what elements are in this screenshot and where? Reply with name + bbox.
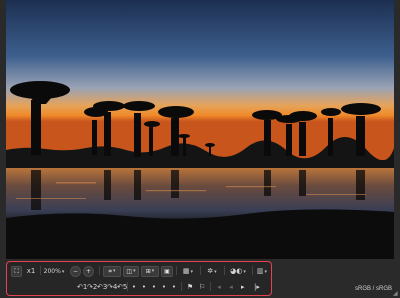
chevron-down-icon: ▾ xyxy=(112,268,116,274)
nav-last-button[interactable]: ◂| xyxy=(250,282,264,293)
toolbar-separator xyxy=(127,282,128,291)
rating-dot-2[interactable]: • xyxy=(141,282,147,293)
actual-size-button[interactable]: x1 xyxy=(24,266,38,277)
color-display-button[interactable]: ◕◐▾ xyxy=(227,266,249,277)
rating-dot-3[interactable]: • xyxy=(151,282,157,293)
color-space-status: sRGB / sRGB xyxy=(354,286,392,292)
resize-grip-icon[interactable]: ◢ xyxy=(393,291,399,297)
toolbar-separator xyxy=(99,266,100,275)
zoom-in-button[interactable]: + xyxy=(83,266,94,277)
split-view-icon: ◫ xyxy=(126,268,133,275)
flag-select-button[interactable]: ⚑ xyxy=(185,282,195,293)
rating-dot-glyph: • xyxy=(161,283,167,291)
chevron-down-icon: ▾ xyxy=(243,269,246,275)
save-button[interactable]: ▣ xyxy=(161,266,173,277)
panel-icon: ▥ xyxy=(256,267,264,275)
previous-image-icon: ◂ xyxy=(229,283,233,291)
reject-flag-icon: ⚐ xyxy=(198,283,206,291)
fit-to-window-button[interactable]: ⛶ xyxy=(11,266,22,277)
actual-size-label: x1 xyxy=(26,267,36,275)
chevron-down-icon: ▾ xyxy=(264,269,268,275)
crop-tool-button[interactable]: ⌗ ▾ xyxy=(103,266,121,277)
flag-reject-button[interactable]: ⚐ xyxy=(197,282,207,293)
image-preview[interactable] xyxy=(6,0,394,259)
chevron-down-icon: ▾ xyxy=(214,269,217,275)
zoom-out-button[interactable]: − xyxy=(70,266,81,277)
rotate-label: ↶3 xyxy=(97,283,108,291)
color-channels-icon: ◕◐ xyxy=(230,267,243,275)
image-viewer-window: ⛶ x1 200%▾ − + ⌗ ▾ ◫ ▾ ⊞ ▾ ▣ ▦▾ ✲▾ ◕◐▾ ▥… xyxy=(0,0,400,298)
rating-dot-4[interactable]: • xyxy=(161,282,167,293)
fit-to-window-icon: ⛶ xyxy=(14,268,19,275)
rating-dot-1[interactable]: • xyxy=(131,282,137,293)
rotate-label: ↶1 xyxy=(77,283,88,291)
chevron-down-icon: ▾ xyxy=(61,269,65,275)
nav-first-button[interactable]: ◂ xyxy=(214,282,224,293)
toolbar-separator xyxy=(252,266,253,275)
rotate-label: ↷2 xyxy=(87,283,98,291)
rating-dot-glyph: • xyxy=(141,283,147,291)
toolbar-separator xyxy=(40,266,41,275)
panel-layout-button[interactable]: ▥▾ xyxy=(255,266,269,277)
compare-view-button[interactable]: ◫ ▾ xyxy=(123,266,139,277)
toolbar-row-1: ⛶ x1 200%▾ − + ⌗ ▾ ◫ ▾ ⊞ ▾ ▣ ▦▾ ✲▾ ◕◐▾ ▥… xyxy=(7,264,271,279)
rating-dot-5[interactable]: • xyxy=(171,282,177,293)
rotate-option-2[interactable]: ↷2 xyxy=(87,282,98,293)
baobab-sunset-photo xyxy=(6,0,394,259)
rotate-label: ↷4 xyxy=(107,283,118,291)
rating-dot-glyph: • xyxy=(151,283,157,291)
rating-dot-glyph: • xyxy=(131,283,137,291)
toolbar-separator xyxy=(176,266,177,275)
chevron-down-icon: ▾ xyxy=(151,268,155,274)
chevron-down-icon: ▾ xyxy=(190,269,194,275)
rotate-option-5[interactable]: ↶5 xyxy=(117,282,128,293)
first-image-icon: ◂ xyxy=(217,283,221,291)
rotate-option-1[interactable]: ↶1 xyxy=(77,282,88,293)
save-icon: ▣ xyxy=(164,268,170,275)
chevron-down-icon: ▾ xyxy=(133,268,136,274)
rotate-label: ↶5 xyxy=(117,283,128,291)
rotate-option-4[interactable]: ↷4 xyxy=(107,282,118,293)
last-image-icon: ◂| xyxy=(254,283,260,291)
toolbar-separator xyxy=(200,266,201,275)
flag-icon: ⚑ xyxy=(186,283,194,291)
nav-next-button[interactable]: ◂ xyxy=(238,282,248,293)
rating-dot-glyph: • xyxy=(171,283,177,291)
crop-icon: ⌗ xyxy=(108,268,112,275)
toolbar-separator xyxy=(181,282,182,291)
gear-icon: ✲ xyxy=(207,267,214,275)
zoom-level-value: 200% xyxy=(43,268,61,275)
viewer-toolbar: ⛶ x1 200%▾ − + ⌗ ▾ ◫ ▾ ⊞ ▾ ▣ ▦▾ ✲▾ ◕◐▾ ▥… xyxy=(6,261,272,296)
next-image-icon: ◂ xyxy=(241,283,245,291)
grid-icon: ⊞ xyxy=(145,268,151,275)
nav-prev-button[interactable]: ◂ xyxy=(226,282,236,293)
zoom-out-icon: − xyxy=(72,268,79,275)
thumbnails-icon: ▦ xyxy=(182,267,190,275)
grid-overlay-button[interactable]: ⊞ ▾ xyxy=(141,266,159,277)
settings-menu-button[interactable]: ✲▾ xyxy=(203,266,221,277)
thumbnail-layout-button[interactable]: ▦▾ xyxy=(179,266,197,277)
rotate-option-3[interactable]: ↶3 xyxy=(97,282,108,293)
toolbar-separator xyxy=(210,282,211,291)
zoom-in-icon: + xyxy=(85,268,92,275)
toolbar-separator xyxy=(224,266,225,275)
toolbar-row-2: ↶1 ↷2 ↶3 ↷4 ↶5 • • • • • ⚑ ⚐ ◂ ◂ ◂ ◂| xyxy=(7,280,271,295)
zoom-level-select[interactable]: 200%▾ xyxy=(42,266,66,277)
